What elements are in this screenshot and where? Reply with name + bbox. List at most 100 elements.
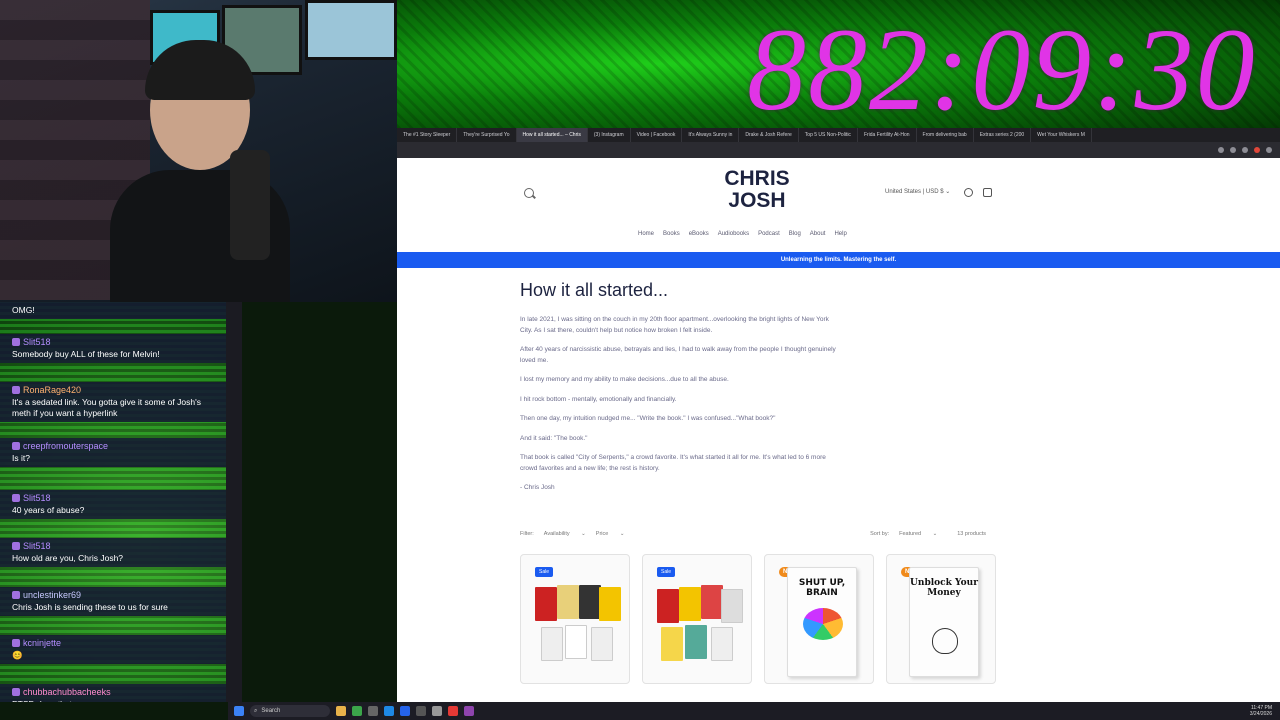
browser-tab[interactable]: Frida Fertility At-Hon — [858, 128, 917, 142]
chat-username[interactable]: kcninjette — [12, 638, 214, 648]
browser-tab-bar: The #1 Story Sleeper They're Surprised Yo… — [397, 128, 1280, 142]
product-card[interactable]: Sale — [520, 554, 630, 684]
chat-sidebar — [226, 302, 242, 702]
announcement-bar: Unlearning the limits. Mastering the sel… — [397, 252, 1280, 268]
microphone — [230, 150, 270, 260]
story-paragraph: In late 2021, I was sitting on the couch… — [520, 316, 829, 334]
app-icon[interactable] — [432, 706, 442, 716]
story-text: In late 2021, I was sitting on the couch… — [520, 315, 838, 503]
folder-icon[interactable] — [336, 706, 346, 716]
steam-icon[interactable] — [384, 706, 394, 716]
chat-username[interactable]: unclestinker69 — [12, 590, 214, 600]
chat-username[interactable]: RonaRage420 — [12, 385, 214, 395]
clock-date: 3/24/2026 — [1249, 711, 1272, 717]
app-icon[interactable] — [400, 706, 410, 716]
story-paragraph: That book is called "City of Serpents," … — [520, 454, 826, 472]
product-card[interactable]: NEW Unblock Your Money — [886, 554, 996, 684]
xbox-icon[interactable] — [352, 706, 362, 716]
badge-icon — [12, 688, 20, 696]
browser-tab[interactable]: Video | Facebook — [631, 128, 683, 142]
region-selector[interactable]: United States | USD $ ⌄ — [885, 188, 950, 195]
chat-message: Slit518 40 years of abuse? — [0, 490, 226, 519]
taskbar-search[interactable]: ⌕ Search — [250, 705, 330, 717]
nav-item-help[interactable]: Help — [834, 231, 846, 237]
story-paragraph: I hit rock bottom - mentally, emotionall… — [520, 395, 677, 403]
book-cover: Unblock Your Money — [909, 567, 979, 677]
start-icon[interactable] — [234, 706, 244, 716]
browser-tab[interactable]: They're Surprised Yo — [457, 128, 517, 142]
region-label: United States | USD $ — [885, 189, 944, 195]
badge-icon — [12, 542, 20, 550]
search-placeholder: Search — [261, 708, 281, 714]
chat-message: unclestinker69 Chris Josh is sending thes… — [0, 587, 226, 616]
chat-username[interactable]: creepfromouterspace — [12, 441, 214, 451]
book-title: SHUT UP, BRAIN — [798, 578, 846, 598]
nav-item-home[interactable]: Home — [638, 231, 654, 237]
chat-overlay: OMG! Slit518 Somebody buy ALL of these for… — [0, 302, 242, 702]
filter-label: Filter: — [520, 531, 534, 537]
price-label: Price — [595, 531, 609, 537]
chat-message: Slit518 How old are you, Chris Josh? — [0, 538, 226, 567]
chat-text: Is it? — [12, 453, 30, 463]
story-paragraph: And it said: "The book." — [520, 434, 588, 442]
browser-tab[interactable]: Extras series 2 (200 — [974, 128, 1032, 142]
chat-text: How old are you, Chris Josh? — [12, 553, 124, 563]
brain-icon — [803, 608, 843, 640]
username-label: Slit518 — [23, 541, 51, 551]
chat-text: 40 years of abuse? — [12, 505, 85, 515]
webpage: CHRIS JOSH United States | USD $ ⌄ Home Bo… — [397, 158, 1280, 704]
chat-username[interactable]: Slit518 — [12, 541, 214, 551]
app-icon[interactable] — [464, 706, 474, 716]
browser-tab[interactable]: From delivering bab — [917, 128, 974, 142]
account-icon[interactable] — [964, 188, 973, 197]
username-label: kcninjette — [23, 638, 62, 648]
system-clock[interactable]: 11:47 PM 3/24/2026 — [1250, 705, 1280, 717]
chat-message: kcninjette 😊 — [0, 635, 226, 664]
product-count: 13 products — [957, 531, 986, 537]
screen: 882:09:30 The #1 Story Sleeper They're Su… — [0, 0, 1280, 720]
money-bag-icon — [932, 628, 958, 654]
search-icon[interactable] — [524, 188, 534, 198]
extension-icon[interactable] — [1230, 147, 1236, 153]
browser-tab[interactable]: (3) Instagram — [588, 128, 631, 142]
username-label: creepfromouterspace — [23, 441, 109, 451]
countdown-timer: 882:09:30 — [747, 4, 1257, 128]
nav-item-audiobooks[interactable]: Audiobooks — [718, 231, 749, 237]
cart-icon[interactable] — [983, 188, 992, 197]
browser-tab[interactable]: Top 5 US Non-Politic — [799, 128, 858, 142]
menu-icon[interactable] — [1266, 147, 1272, 153]
browser-tab[interactable]: Wet Your Whiskers M — [1031, 128, 1092, 142]
app-icon[interactable] — [368, 706, 378, 716]
nav-item-podcast[interactable]: Podcast — [758, 231, 780, 237]
extension-icon[interactable] — [1254, 147, 1260, 153]
nav-item-ebooks[interactable]: eBooks — [689, 231, 709, 237]
nav-item-blog[interactable]: Blog — [789, 231, 801, 237]
availability-filter[interactable]: Availability ⌄ — [544, 531, 586, 537]
product-card[interactable]: Sale — [642, 554, 752, 684]
webcam-feed — [0, 0, 397, 302]
chat-message: OMG! — [0, 302, 226, 319]
browser-tab[interactable]: Drake & Josh Refere — [739, 128, 799, 142]
app-icon[interactable] — [416, 706, 426, 716]
extension-icon[interactable] — [1242, 147, 1248, 153]
story-paragraph: I lost my memory and my ability to make … — [520, 376, 729, 383]
site-logo[interactable]: CHRIS JOSH — [717, 168, 797, 212]
sort-label: Sort by: — [870, 531, 890, 537]
browser-tab[interactable]: How it all started... – Chris — [516, 128, 588, 142]
browser-tab[interactable]: The #1 Story Sleeper — [397, 128, 458, 142]
chat-text: PTSD does that — [12, 699, 214, 702]
chat-username[interactable]: chubbachubbacheeks — [12, 687, 214, 697]
browser-tab[interactable]: It's Always Sunny in — [682, 128, 740, 142]
nav-item-about[interactable]: About — [810, 231, 826, 237]
nav-item-books[interactable]: Books — [663, 231, 680, 237]
extension-icon[interactable] — [1218, 147, 1224, 153]
sort-select[interactable]: Featured ⌄ — [899, 531, 937, 537]
product-card[interactable]: NEW SHUT UP, BRAIN — [764, 554, 874, 684]
sort-value: Featured — [899, 531, 922, 537]
chat-message: creepfromouterspace Is it? — [0, 438, 226, 467]
streamer-hat — [145, 40, 255, 100]
chat-username[interactable]: Slit518 — [12, 493, 214, 503]
app-icon[interactable] — [448, 706, 458, 716]
chat-username[interactable]: Slit518 — [12, 337, 214, 347]
price-filter[interactable]: Price ⌄ — [596, 531, 625, 537]
